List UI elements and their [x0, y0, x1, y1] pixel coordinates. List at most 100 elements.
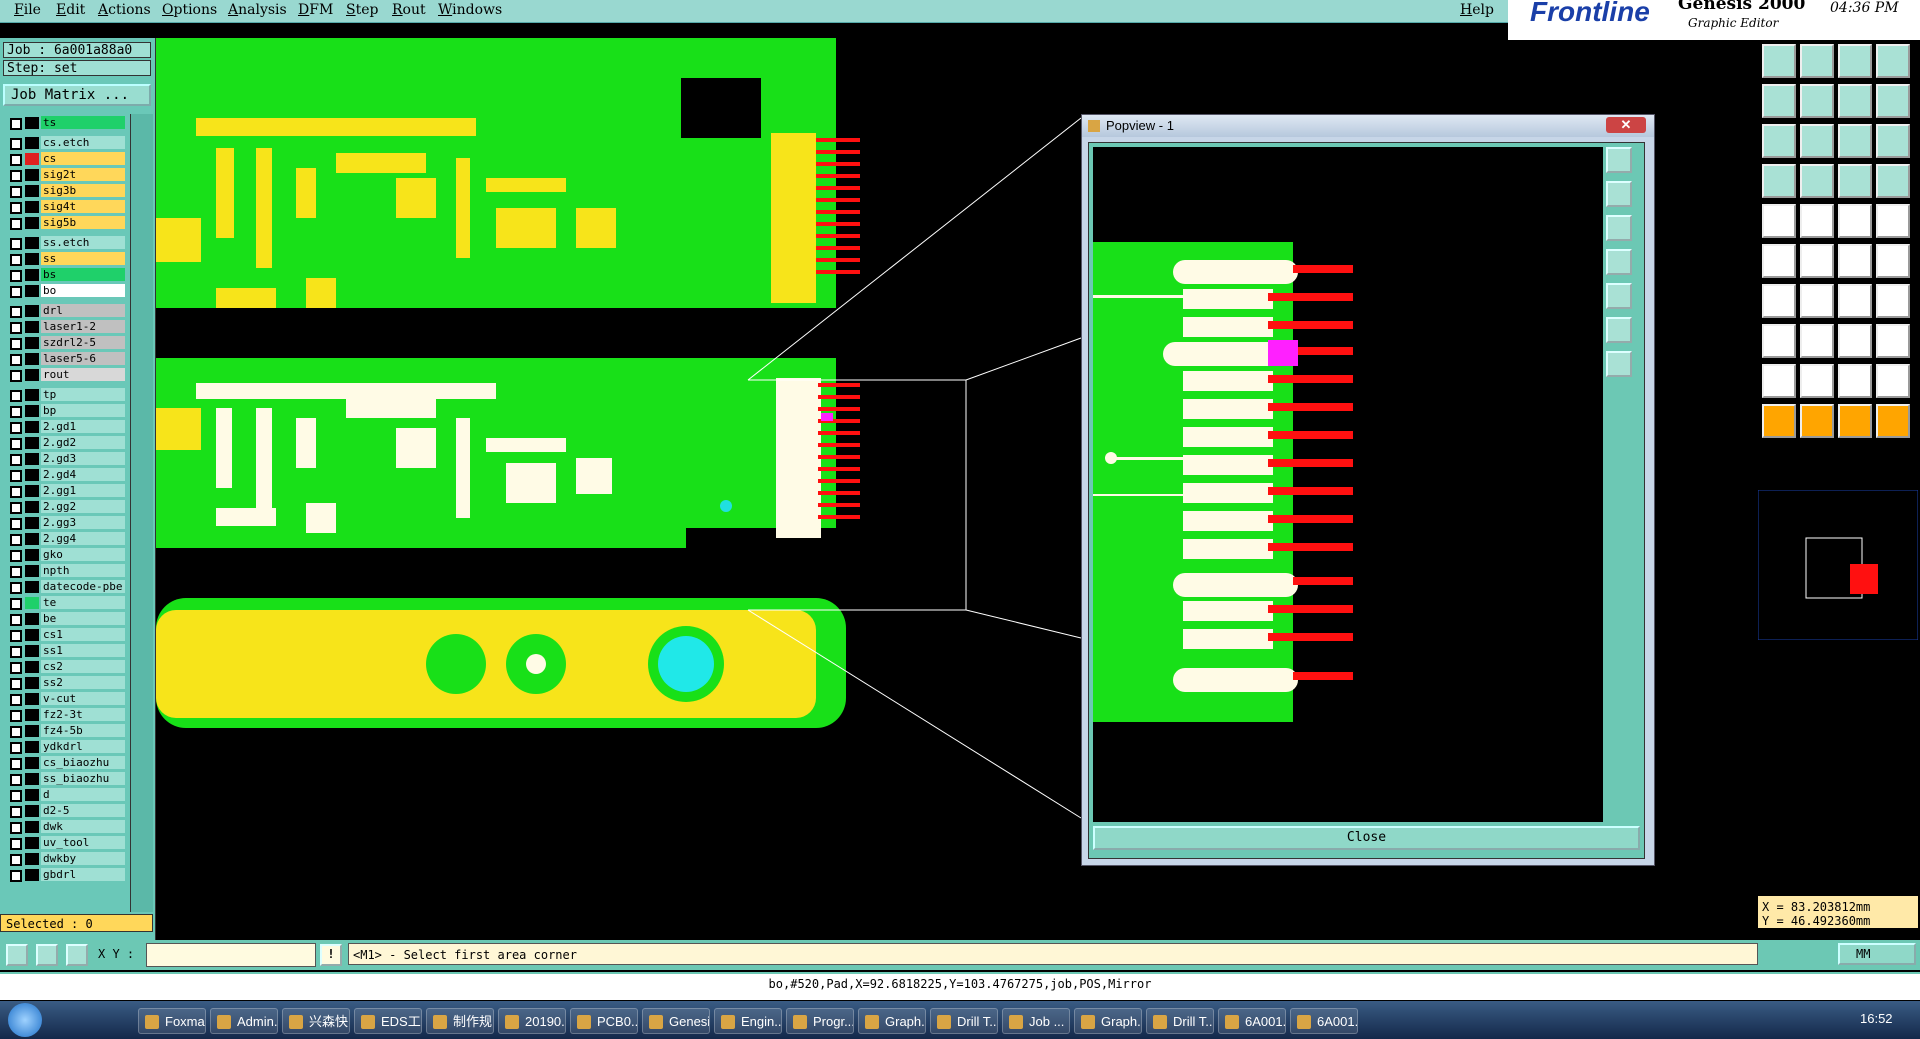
layer-checkbox[interactable]	[10, 710, 22, 722]
tool-button-icon[interactable]	[1762, 84, 1796, 118]
layer-checkbox[interactable]	[10, 678, 22, 690]
tool-button-icon[interactable]	[1838, 84, 1872, 118]
layer-name[interactable]: 2.gg3	[41, 516, 125, 529]
tool-button-icon[interactable]	[1762, 284, 1796, 318]
layer-checkbox[interactable]	[10, 854, 22, 866]
layer-color-swatch[interactable]	[25, 337, 39, 349]
taskbar-item[interactable]: Foxmail	[138, 1008, 206, 1034]
taskbar-item[interactable]: Genesis	[642, 1008, 710, 1034]
layer-color-swatch[interactable]	[25, 789, 39, 801]
layer-name[interactable]: 2.gd3	[41, 452, 125, 465]
layer-checkbox[interactable]	[10, 534, 22, 546]
layer-color-swatch[interactable]	[25, 153, 39, 165]
layer-color-swatch[interactable]	[25, 549, 39, 561]
layer-name[interactable]: sig3b	[41, 184, 125, 197]
layer-color-swatch[interactable]	[25, 321, 39, 333]
layer-row[interactable]: te	[3, 596, 125, 610]
tool-button-icon[interactable]	[1762, 404, 1796, 438]
layer-color-swatch[interactable]	[25, 285, 39, 297]
layer-name[interactable]: be	[41, 612, 125, 625]
tool-button-icon[interactable]	[1800, 404, 1834, 438]
layer-color-swatch[interactable]	[25, 169, 39, 181]
layer-color-swatch[interactable]	[25, 725, 39, 737]
layer-checkbox[interactable]	[10, 390, 22, 402]
menu-analysis[interactable]: Analysis	[228, 2, 287, 18]
layer-checkbox[interactable]	[10, 306, 22, 318]
popview-close-icon[interactable]: ✕	[1606, 117, 1646, 133]
layer-name[interactable]: cs	[41, 152, 125, 165]
tool-button-icon[interactable]	[1800, 324, 1834, 358]
overview-map[interactable]	[1758, 490, 1918, 640]
menu-rout[interactable]: Rout	[392, 2, 426, 18]
layer-checkbox[interactable]	[10, 838, 22, 850]
menu-edit[interactable]: Edit	[56, 2, 85, 18]
layer-checkbox[interactable]	[10, 694, 22, 706]
layer-checkbox[interactable]	[10, 806, 22, 818]
layer-checkbox[interactable]	[10, 254, 22, 266]
layer-row[interactable]: fz4-5b	[3, 724, 125, 738]
layer-row[interactable]: cs_biaozhu	[3, 756, 125, 770]
taskbar-item[interactable]: Graph...	[1074, 1008, 1142, 1034]
layer-color-swatch[interactable]	[25, 693, 39, 705]
layer-row[interactable]: gko	[3, 548, 125, 562]
layer-checkbox[interactable]	[10, 614, 22, 626]
layer-checkbox[interactable]	[10, 406, 22, 418]
start-button-icon[interactable]	[8, 1003, 42, 1037]
layer-checkbox[interactable]	[10, 138, 22, 150]
layer-color-swatch[interactable]	[25, 677, 39, 689]
tool-button-icon[interactable]	[1876, 324, 1910, 358]
taskbar-item[interactable]: EDS工...	[354, 1008, 422, 1034]
layer-name[interactable]: drl	[41, 304, 125, 317]
layer-row[interactable]: be	[3, 612, 125, 626]
tool-button-icon[interactable]	[1876, 204, 1910, 238]
layer-color-swatch[interactable]	[25, 581, 39, 593]
layer-checkbox[interactable]	[10, 286, 22, 298]
layer-name[interactable]: sig5b	[41, 216, 125, 229]
layer-color-swatch[interactable]	[25, 369, 39, 381]
layer-checkbox[interactable]	[10, 202, 22, 214]
layer-checkbox[interactable]	[10, 438, 22, 450]
layer-name[interactable]: uv_tool	[41, 836, 125, 849]
tool-button-icon[interactable]	[1876, 364, 1910, 398]
layer-checkbox[interactable]	[10, 470, 22, 482]
taskbar-item[interactable]: Engin...	[714, 1008, 782, 1034]
tool-button-icon[interactable]	[1876, 404, 1910, 438]
layer-checkbox[interactable]	[10, 218, 22, 230]
layer-color-swatch[interactable]	[25, 869, 39, 881]
layer-row[interactable]: 2.gd1	[3, 420, 125, 434]
layer-row[interactable]: cs	[3, 152, 125, 166]
layer-color-swatch[interactable]	[25, 805, 39, 817]
tool-button-icon[interactable]	[1876, 84, 1910, 118]
layer-color-swatch[interactable]	[25, 757, 39, 769]
popview-tool-3-icon[interactable]	[1606, 215, 1632, 241]
layer-checkbox[interactable]	[10, 870, 22, 882]
popview-titlebar[interactable]: Popview - 1 ✕	[1082, 115, 1654, 137]
tool-button-icon[interactable]	[1762, 364, 1796, 398]
menu-help[interactable]: Help	[1460, 2, 1494, 18]
tool-button-icon[interactable]	[1838, 124, 1872, 158]
layer-row[interactable]: sig3b	[3, 184, 125, 198]
layer-row[interactable]: 2.gg4	[3, 532, 125, 546]
layer-row[interactable]: fz2-3t	[3, 708, 125, 722]
layer-checkbox[interactable]	[10, 774, 22, 786]
layer-checkbox[interactable]	[10, 822, 22, 834]
layer-row[interactable]: 2.gg3	[3, 516, 125, 530]
layer-checkbox[interactable]	[10, 154, 22, 166]
layer-row[interactable]: sig4t	[3, 200, 125, 214]
layer-row[interactable]: ss.etch	[3, 236, 125, 250]
layer-name[interactable]: ss2	[41, 676, 125, 689]
layer-checkbox[interactable]	[10, 502, 22, 514]
layer-name[interactable]: szdrl2-5	[41, 336, 125, 349]
layer-color-swatch[interactable]	[25, 137, 39, 149]
layer-color-swatch[interactable]	[25, 353, 39, 365]
layer-color-swatch[interactable]	[25, 853, 39, 865]
layer-color-swatch[interactable]	[25, 773, 39, 785]
tool-button-icon[interactable]	[1762, 164, 1796, 198]
layer-row[interactable]: ss1	[3, 644, 125, 658]
layer-color-swatch[interactable]	[25, 305, 39, 317]
layer-color-swatch[interactable]	[25, 837, 39, 849]
popview-tool-7-icon[interactable]	[1606, 351, 1632, 377]
layer-color-swatch[interactable]	[25, 629, 39, 641]
tool-button-icon[interactable]	[1838, 244, 1872, 278]
layer-row[interactable]: laser1-2	[3, 320, 125, 334]
